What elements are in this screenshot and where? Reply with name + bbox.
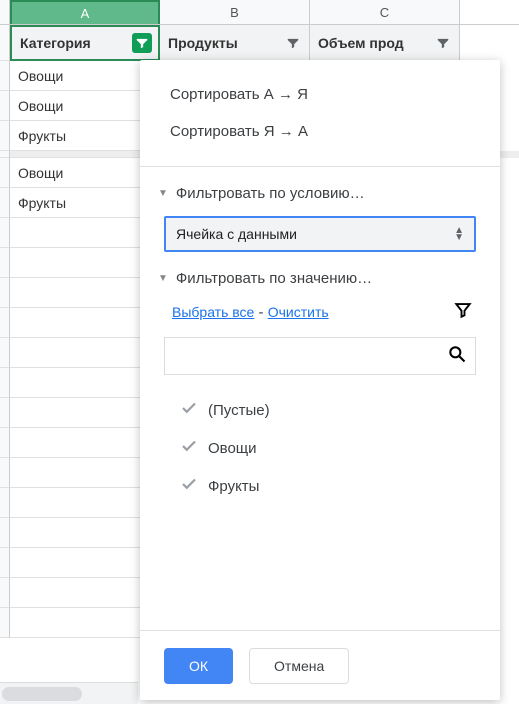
cell-a[interactable]: [10, 458, 160, 488]
cell-a[interactable]: Фрукты: [10, 121, 160, 151]
cell-a[interactable]: [10, 578, 160, 608]
filter-by-condition-header[interactable]: ▼ Фильтровать по условию…: [140, 175, 500, 212]
link-separator: -: [254, 304, 267, 321]
column-header-c[interactable]: C: [310, 0, 460, 24]
filter-popup: Сортировать А → Я Сортировать Я → А ▼ Фи…: [140, 60, 500, 700]
caret-down-icon: ▼: [158, 273, 168, 284]
header-products-label: Продукты: [168, 35, 238, 51]
filter-condition-label: Фильтровать по условию…: [176, 185, 365, 202]
value-search-input[interactable]: [164, 337, 476, 375]
cell-a[interactable]: [10, 428, 160, 458]
check-icon: [180, 475, 198, 497]
search-icon: [447, 344, 467, 368]
filter-icon[interactable]: [132, 33, 152, 53]
filter-icon[interactable]: [433, 33, 453, 53]
header-category[interactable]: Категория: [10, 25, 160, 61]
filter-by-value-header[interactable]: ▼ Фильтровать по значению…: [140, 260, 500, 297]
row-label: [0, 25, 10, 61]
updown-icon: ▲▼: [454, 227, 464, 241]
cell-a[interactable]: Овощи: [10, 158, 160, 188]
cancel-button[interactable]: Отмена: [249, 648, 349, 684]
header-volume[interactable]: Объем прод: [310, 25, 460, 61]
condition-dropdown[interactable]: Ячейка с данными ▲▼: [164, 216, 476, 252]
cell-a[interactable]: [10, 488, 160, 518]
column-headers: A B C: [0, 0, 519, 25]
cell-a[interactable]: [10, 608, 160, 638]
divider: [140, 166, 500, 167]
clear-link[interactable]: Очистить: [268, 304, 329, 320]
corner-cell: [0, 0, 10, 24]
cell-a[interactable]: Овощи: [10, 61, 160, 91]
value-list: (Пустые) Овощи Фрукты: [140, 381, 500, 630]
funnel-icon[interactable]: [454, 301, 472, 323]
cell-a[interactable]: [10, 248, 160, 278]
header-category-label: Категория: [20, 35, 91, 51]
popup-footer: ОК Отмена: [140, 630, 500, 700]
cell-a[interactable]: [10, 338, 160, 368]
cell-a[interactable]: Овощи: [10, 91, 160, 121]
horizontal-scrollbar[interactable]: [0, 682, 138, 704]
scroll-thumb[interactable]: [2, 687, 82, 701]
value-item-label: (Пустые): [208, 402, 270, 419]
sort-asc-option[interactable]: Сортировать А → Я: [170, 76, 500, 113]
filter-value-label: Фильтровать по значению…: [176, 270, 372, 287]
cell-a[interactable]: Фрукты: [10, 188, 160, 218]
select-all-link[interactable]: Выбрать все: [172, 304, 254, 320]
cell-a[interactable]: [10, 278, 160, 308]
column-header-b[interactable]: B: [160, 0, 310, 24]
cell-a[interactable]: [10, 548, 160, 578]
ok-button[interactable]: ОК: [164, 648, 233, 684]
check-icon: [180, 437, 198, 459]
header-volume-label: Объем прод: [318, 35, 404, 51]
cell-a[interactable]: [10, 151, 160, 158]
value-item[interactable]: (Пустые): [180, 391, 500, 429]
value-item-label: Овощи: [208, 440, 257, 457]
value-item[interactable]: Фрукты: [180, 467, 500, 505]
cell-a[interactable]: [10, 308, 160, 338]
check-icon: [180, 399, 198, 421]
filter-icon[interactable]: [283, 33, 303, 53]
filter-header-row: Категория Продукты Объем прод: [0, 25, 519, 61]
header-products[interactable]: Продукты: [160, 25, 310, 61]
column-header-a[interactable]: A: [10, 0, 160, 24]
cell-a[interactable]: [10, 368, 160, 398]
value-item-label: Фрукты: [208, 478, 259, 495]
cell-a[interactable]: [10, 218, 160, 248]
condition-selected-value: Ячейка с данными: [176, 226, 297, 242]
cell-a[interactable]: [10, 518, 160, 548]
value-item[interactable]: Овощи: [180, 429, 500, 467]
caret-down-icon: ▼: [158, 188, 168, 199]
sort-desc-option[interactable]: Сортировать Я → А: [170, 113, 500, 150]
cell-a[interactable]: [10, 398, 160, 428]
